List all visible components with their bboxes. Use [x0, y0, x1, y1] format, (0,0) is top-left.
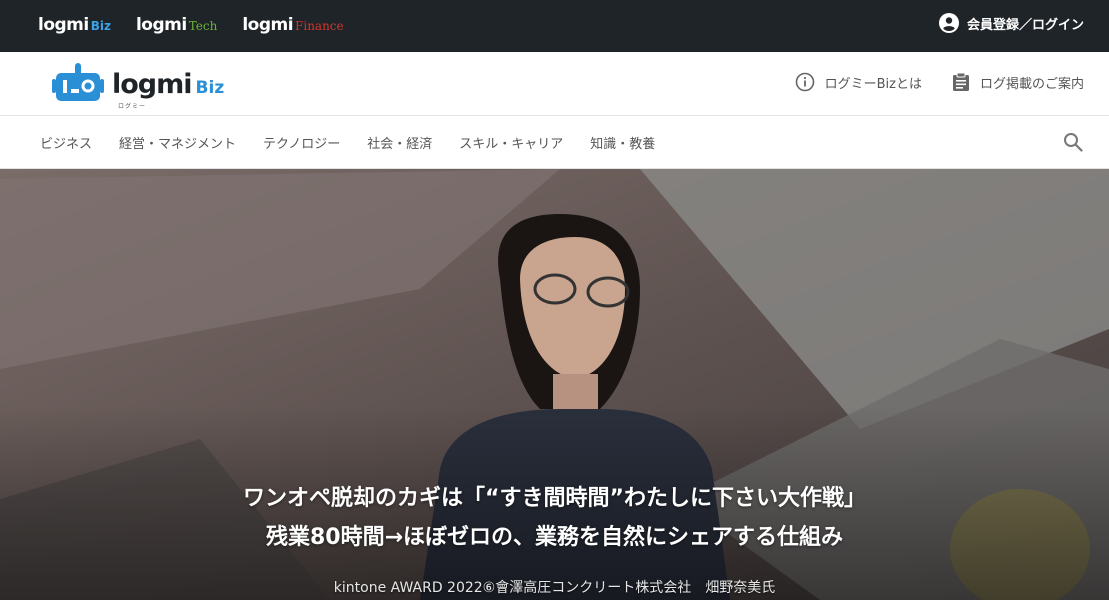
header-links: ログミーBizとは ログ掲載のご案内 — [795, 72, 1084, 92]
brand-sub: Biz — [195, 78, 225, 98]
hero-article[interactable]: ワンオペ脱却のカギは「“すき間時間”わたしに下さい大作戦」 残業80時間→ほぼゼ… — [0, 169, 1109, 600]
category-knowledge[interactable]: 知識・教養 — [590, 133, 655, 152]
brand-word: logmi — [112, 68, 193, 100]
site-header: logmi Biz ログミー ログミーBizとは ログ掲載のご案内 — [0, 52, 1109, 116]
site-logo-sub: Tech — [188, 19, 218, 33]
login-label: 会員登録／ログイン — [966, 17, 1084, 33]
brand-kana: ログミー — [118, 103, 147, 110]
site-link-logmi-biz[interactable]: logmi Biz — [38, 0, 111, 52]
account-icon — [938, 13, 959, 33]
site-logo-word: logmi — [242, 15, 294, 35]
category-nav: ビジネス 経営・マネジメント テクノロジー 社会・経済 スキル・キャリア 知識・… — [0, 116, 1109, 169]
clipboard-icon — [952, 72, 969, 91]
hero-byline: kintone AWARD 2022⑥會澤高圧コンクリート株式会社 畑野奈美氏 — [333, 580, 776, 596]
about-link-label: ログミーBizとは — [824, 76, 922, 92]
login-link[interactable]: 会員登録／ログイン — [938, 13, 1084, 33]
site-link-logmi-finance[interactable]: logmi Finance — [242, 0, 343, 52]
network-bar: logmi Biz logmi Tech logmi Finance 会員登録／… — [0, 0, 1109, 52]
site-logo-sub: Finance — [295, 19, 344, 33]
hero-title-line-1: ワンオペ脱却のカギは「“すき間時間”わたしに下さい大作戦」 — [243, 486, 866, 511]
category-business[interactable]: ビジネス — [40, 133, 92, 152]
hero-title-line-2: 残業80時間→ほぼゼロの、業務を自然にシェアする仕組み — [265, 525, 844, 550]
category-society-economy[interactable]: 社会・経済 — [367, 133, 432, 152]
category-technology[interactable]: テクノロジー — [263, 133, 340, 152]
info-icon — [795, 72, 814, 92]
robot-logo-icon — [52, 63, 104, 101]
site-logo-sub: Biz — [90, 19, 111, 33]
site-logo-word: logmi — [135, 15, 187, 35]
publish-guide-link[interactable]: ログ掲載のご案内 — [952, 72, 1084, 92]
search-icon — [1064, 133, 1083, 152]
publish-guide-label: ログ掲載のご案内 — [979, 76, 1084, 92]
search-button[interactable] — [1063, 132, 1083, 156]
site-logo-word: logmi — [38, 15, 89, 35]
logmi-biz-logo[interactable]: logmi Biz ログミー — [50, 63, 225, 110]
site-link-logmi-tech[interactable]: logmi Tech — [136, 0, 217, 52]
category-skill-career[interactable]: スキル・キャリア — [459, 133, 563, 152]
category-management[interactable]: 経営・マネジメント — [119, 133, 236, 152]
about-link[interactable]: ログミーBizとは — [795, 72, 922, 92]
